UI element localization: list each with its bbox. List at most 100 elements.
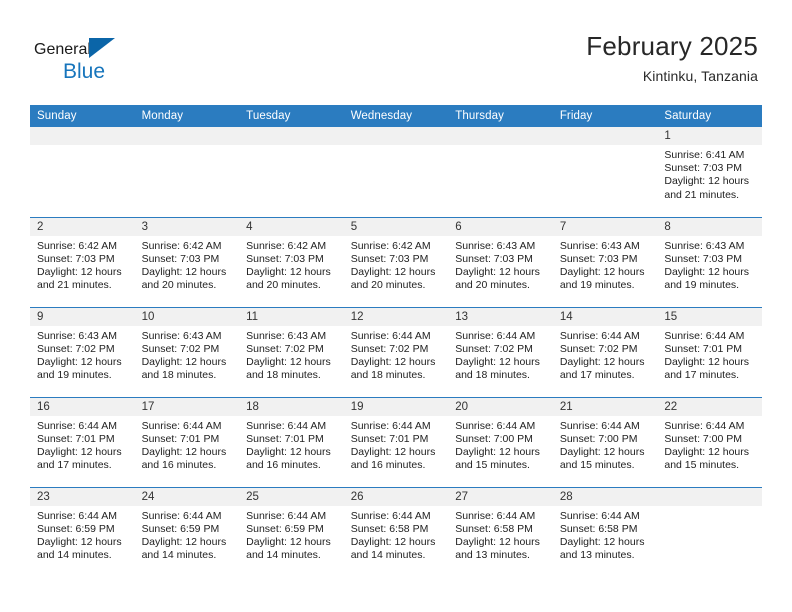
calendar-day-cell[interactable]: 22 Sunrise: 6:44 AM Sunset: 7:00 PM Dayligh… bbox=[657, 396, 762, 487]
calendar-day-cell[interactable]: 18 Sunrise: 6:44 AM Sunset: 7:01 PM Dayligh… bbox=[239, 396, 344, 487]
day-number: 3 bbox=[134, 217, 240, 236]
calendar-day-cell[interactable]: 23 Sunrise: 6:44 AM Sunset: 6:59 PM Dayligh… bbox=[30, 486, 135, 577]
daylight-text: Daylight: 12 hours and 15 minutes. bbox=[559, 445, 645, 472]
day-number: 1 bbox=[657, 127, 762, 145]
daylight-text: Daylight: 12 hours and 19 minutes. bbox=[559, 265, 645, 292]
calendar-day-cell[interactable]: 28 Sunrise: 6:44 AM Sunset: 6:58 PM Dayligh… bbox=[552, 486, 658, 577]
calendar-week-row: 9 Sunrise: 6:43 AM Sunset: 7:02 PM Daylight… bbox=[30, 306, 762, 397]
day-details: Sunrise: 6:43 AM Sunset: 7:03 PM Daylight:… bbox=[657, 236, 762, 293]
day-details: Sunrise: 6:44 AM Sunset: 6:58 PM Daylight:… bbox=[344, 506, 449, 563]
calendar-day-cell[interactable]: 12 Sunrise: 6:44 AM Sunset: 7:02 PM Dayligh… bbox=[343, 306, 449, 397]
sunset-text: Sunset: 7:03 PM bbox=[664, 162, 743, 175]
day-number: 21 bbox=[552, 397, 658, 416]
day-number: 28 bbox=[552, 487, 658, 506]
daylight-text: Daylight: 12 hours and 14 minutes. bbox=[37, 535, 122, 562]
calendar-day-cell[interactable]: 13 Sunrise: 6:44 AM Sunset: 7:02 PM Dayligh… bbox=[448, 306, 553, 397]
calendar-day-cell[interactable]: 5 Sunrise: 6:42 AM Sunset: 7:03 PM Daylight… bbox=[343, 216, 449, 307]
calendar-day-cell[interactable]: 16 Sunrise: 6:44 AM Sunset: 7:01 PM Dayligh… bbox=[30, 396, 135, 487]
calendar-week-row: 16 Sunrise: 6:44 AM Sunset: 7:01 PM Dayligh… bbox=[30, 396, 762, 487]
day-number bbox=[552, 127, 658, 145]
day-details: Sunrise: 6:44 AM Sunset: 6:59 PM Daylight:… bbox=[30, 506, 135, 563]
day-details: Sunrise: 6:44 AM Sunset: 7:02 PM Daylight:… bbox=[448, 326, 553, 383]
day-number: 11 bbox=[239, 307, 344, 326]
calendar-day-cell[interactable]: 4 Sunrise: 6:42 AM Sunset: 7:03 PM Daylight… bbox=[239, 216, 344, 307]
weekday-header-saturday: Saturday bbox=[657, 105, 762, 127]
calendar-table: Sunday Monday Tuesday Wednesday Thursday… bbox=[30, 105, 762, 577]
day-number: 2 bbox=[30, 217, 135, 236]
day-details: Sunrise: 6:44 AM Sunset: 7:02 PM Daylight:… bbox=[553, 326, 658, 383]
daylight-text: Daylight: 12 hours and 13 minutes. bbox=[455, 535, 540, 562]
day-number: 5 bbox=[343, 217, 449, 236]
sunrise-text: Sunrise: 6:43 AM bbox=[664, 239, 745, 252]
sunset-text: Sunset: 7:03 PM bbox=[559, 252, 638, 265]
calendar-day-cell[interactable]: 2 Sunrise: 6:42 AM Sunset: 7:03 PM Daylight… bbox=[30, 216, 135, 307]
day-number: 24 bbox=[134, 487, 240, 506]
calendar-day-cell[interactable]: 9 Sunrise: 6:43 AM Sunset: 7:02 PM Daylight… bbox=[30, 306, 135, 397]
sunrise-text: Sunrise: 6:43 AM bbox=[455, 239, 536, 252]
sunset-text: Sunset: 7:02 PM bbox=[455, 342, 533, 355]
sunset-text: Sunset: 7:02 PM bbox=[246, 342, 324, 355]
sunset-text: Sunset: 7:03 PM bbox=[141, 252, 220, 265]
day-details: Sunrise: 6:42 AM Sunset: 7:03 PM Daylight:… bbox=[135, 236, 240, 293]
calendar-day-cell[interactable]: 25 Sunrise: 6:44 AM Sunset: 6:59 PM Dayligh… bbox=[239, 486, 344, 577]
day-number: 15 bbox=[657, 307, 762, 326]
day-details: Sunrise: 6:44 AM Sunset: 7:01 PM Daylight:… bbox=[135, 416, 240, 473]
calendar-day-cell[interactable]: 17 Sunrise: 6:44 AM Sunset: 7:01 PM Dayligh… bbox=[134, 396, 240, 487]
daylight-text: Daylight: 12 hours and 17 minutes. bbox=[559, 355, 645, 382]
calendar-day-cell[interactable]: 11 Sunrise: 6:43 AM Sunset: 7:02 PM Dayligh… bbox=[239, 306, 344, 397]
day-number: 9 bbox=[30, 307, 135, 326]
sunrise-text: Sunrise: 6:44 AM bbox=[350, 509, 431, 522]
sunrise-text: Sunrise: 6:43 AM bbox=[37, 329, 117, 342]
day-number: 10 bbox=[134, 307, 240, 326]
sunrise-text: Sunrise: 6:42 AM bbox=[37, 239, 117, 252]
day-details: Sunrise: 6:42 AM Sunset: 7:03 PM Daylight:… bbox=[344, 236, 449, 293]
calendar-day-cell-empty bbox=[239, 127, 344, 217]
calendar-day-cell[interactable]: 20 Sunrise: 6:44 AM Sunset: 7:00 PM Dayligh… bbox=[448, 396, 553, 487]
calendar-day-cell[interactable]: 15 Sunrise: 6:44 AM Sunset: 7:01 PM Dayligh… bbox=[657, 306, 762, 397]
calendar-day-cell[interactable]: 7 Sunrise: 6:43 AM Sunset: 7:03 PM Daylight… bbox=[552, 216, 658, 307]
calendar-day-cell[interactable]: 26 Sunrise: 6:44 AM Sunset: 6:58 PM Dayligh… bbox=[343, 486, 449, 577]
weekday-header-monday: Monday bbox=[134, 105, 240, 127]
daylight-text: Daylight: 12 hours and 17 minutes. bbox=[37, 445, 122, 472]
day-number bbox=[30, 127, 135, 145]
calendar-day-cell[interactable]: 6 Sunrise: 6:43 AM Sunset: 7:03 PM Daylight… bbox=[448, 216, 553, 307]
calendar-day-cell[interactable]: 21 Sunrise: 6:44 AM Sunset: 7:00 PM Dayligh… bbox=[552, 396, 658, 487]
weekday-header-tuesday: Tuesday bbox=[239, 105, 344, 127]
day-details: Sunrise: 6:43 AM Sunset: 7:02 PM Daylight:… bbox=[239, 326, 344, 383]
day-number: 14 bbox=[552, 307, 658, 326]
calendar-day-cell[interactable]: 27 Sunrise: 6:44 AM Sunset: 6:58 PM Dayligh… bbox=[448, 486, 553, 577]
day-details: Sunrise: 6:44 AM Sunset: 7:01 PM Daylight:… bbox=[239, 416, 344, 473]
sunrise-text: Sunrise: 6:44 AM bbox=[455, 329, 536, 342]
day-details: Sunrise: 6:43 AM Sunset: 7:03 PM Daylight:… bbox=[553, 236, 658, 293]
sunset-text: Sunset: 7:01 PM bbox=[141, 432, 220, 445]
sunset-text: Sunset: 7:03 PM bbox=[664, 252, 743, 265]
calendar-day-cell[interactable]: 1 Sunrise: 6:41 AM Sunset: 7:03 PM Daylight… bbox=[657, 127, 762, 217]
day-number: 23 bbox=[30, 487, 135, 506]
sunrise-text: Sunrise: 6:44 AM bbox=[455, 509, 536, 522]
day-number: 12 bbox=[343, 307, 449, 326]
day-number: 18 bbox=[239, 397, 344, 416]
sunset-text: Sunset: 7:00 PM bbox=[559, 432, 638, 445]
day-details: Sunrise: 6:43 AM Sunset: 7:02 PM Daylight:… bbox=[135, 326, 240, 383]
daylight-text: Daylight: 12 hours and 14 minutes. bbox=[246, 535, 331, 562]
sunset-text: Sunset: 6:58 PM bbox=[559, 522, 638, 535]
calendar-day-cell[interactable]: 3 Sunrise: 6:42 AM Sunset: 7:03 PM Daylight… bbox=[134, 216, 240, 307]
calendar-day-cell[interactable]: 8 Sunrise: 6:43 AM Sunset: 7:03 PM Daylight… bbox=[657, 216, 762, 307]
day-number bbox=[448, 127, 553, 145]
brand-logo[interactable]: General Blue bbox=[34, 38, 234, 88]
calendar-day-cell[interactable]: 14 Sunrise: 6:44 AM Sunset: 7:02 PM Dayligh… bbox=[552, 306, 658, 397]
calendar-day-cell-empty bbox=[134, 127, 240, 217]
brand-name-general: General bbox=[34, 41, 91, 58]
daylight-text: Daylight: 12 hours and 16 minutes. bbox=[141, 445, 227, 472]
calendar-day-cell[interactable]: 10 Sunrise: 6:43 AM Sunset: 7:02 PM Dayligh… bbox=[134, 306, 240, 397]
sunrise-text: Sunrise: 6:43 AM bbox=[141, 329, 222, 342]
day-number: 4 bbox=[239, 217, 344, 236]
day-details: Sunrise: 6:43 AM Sunset: 7:02 PM Daylight:… bbox=[30, 326, 135, 383]
sunset-text: Sunset: 7:01 PM bbox=[664, 342, 743, 355]
sunset-text: Sunset: 7:03 PM bbox=[246, 252, 324, 265]
day-number: 7 bbox=[552, 217, 658, 236]
calendar-day-cell[interactable]: 19 Sunrise: 6:44 AM Sunset: 7:01 PM Dayligh… bbox=[343, 396, 449, 487]
calendar-day-cell[interactable]: 24 Sunrise: 6:44 AM Sunset: 6:59 PM Dayligh… bbox=[134, 486, 240, 577]
sunrise-text: Sunrise: 6:44 AM bbox=[141, 419, 222, 432]
day-details: Sunrise: 6:44 AM Sunset: 7:02 PM Daylight:… bbox=[344, 326, 449, 383]
